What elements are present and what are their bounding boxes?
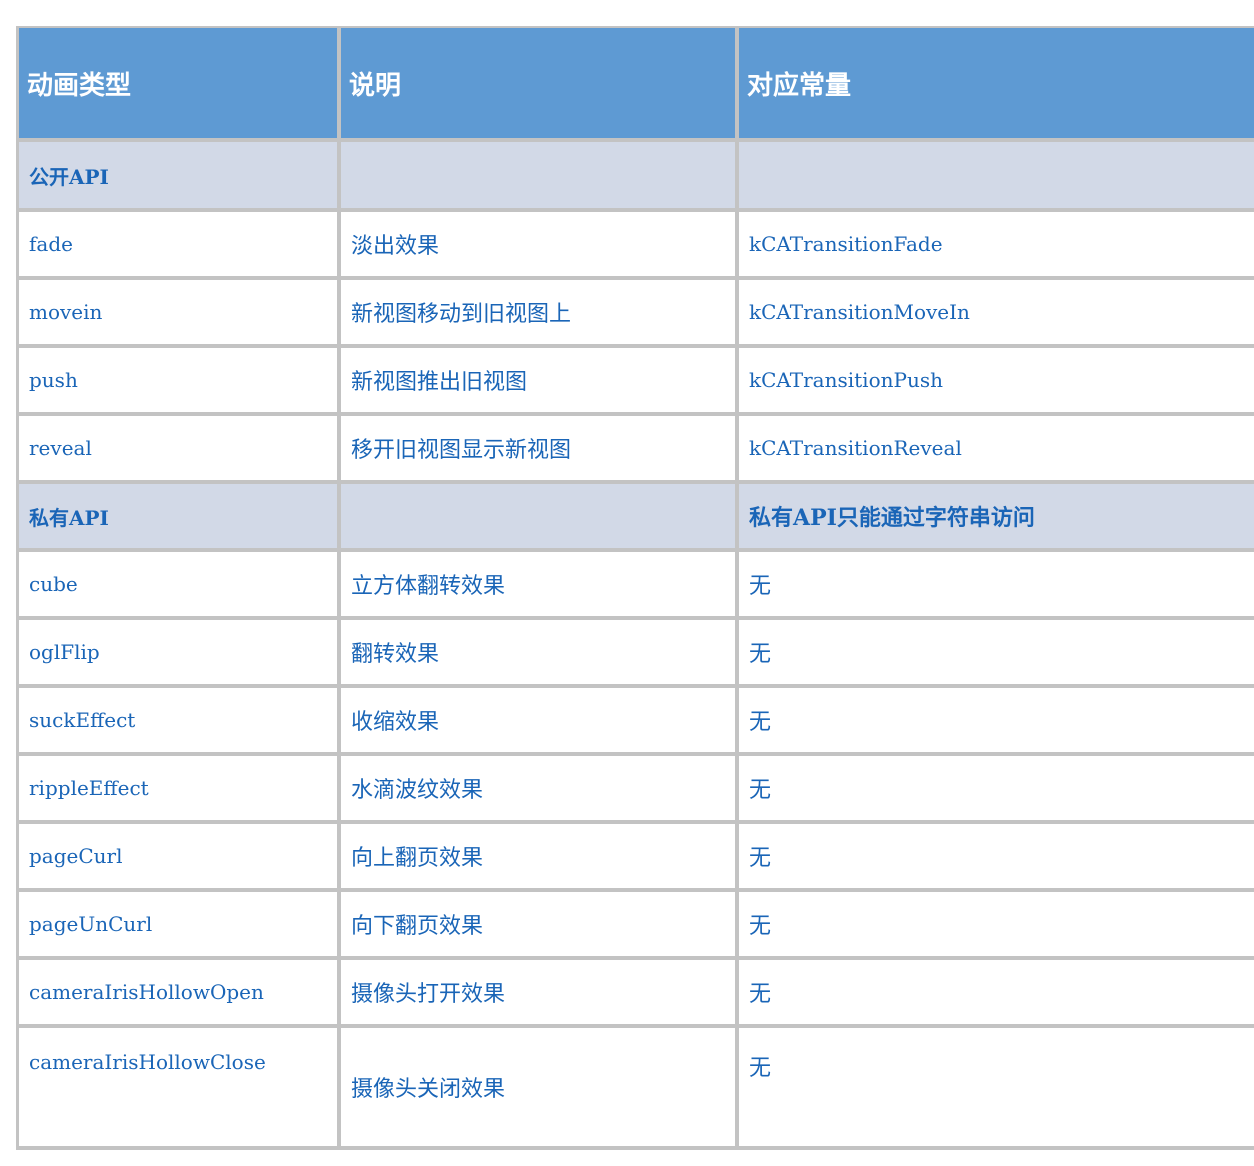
constant-cell: kCATransitionMoveIn	[739, 280, 1254, 348]
constant-cell: 无	[739, 960, 1254, 1028]
animation-type-cell: oglFlip	[16, 620, 341, 688]
animation-type-cell: rippleEffect	[16, 756, 341, 824]
animation-type-cell: cameraIrisHollowOpen	[16, 960, 341, 1028]
description-cell: 向下翻页效果	[341, 892, 739, 960]
animation-type-cell: suckEffect	[16, 688, 341, 756]
description-cell: 收缩效果	[341, 688, 739, 756]
table-row: pageCurl 向上翻页效果 无	[16, 824, 1254, 892]
constant-cell: kCATransitionFade	[739, 212, 1254, 280]
constant-cell: 无	[739, 756, 1254, 824]
animation-type-cell: cameraIrisHollowClose	[16, 1028, 341, 1150]
header-row: 动画类型 说明 对应常量	[16, 26, 1254, 142]
description-cell: 向上翻页效果	[341, 824, 739, 892]
description-cell: 新视图移动到旧视图上	[341, 280, 739, 348]
animation-type-cell: pageUnCurl	[16, 892, 341, 960]
table-row: suckEffect 收缩效果 无	[16, 688, 1254, 756]
section-row-private-api: 私有API 私有API只能通过字符串访问	[16, 484, 1254, 552]
description-cell: 摄像头关闭效果	[341, 1028, 739, 1150]
section-label: 公开API	[16, 142, 341, 212]
description-cell: 摄像头打开效果	[341, 960, 739, 1028]
transition-type-table: 动画类型 说明 对应常量 公开API fade 淡出效果 kCATransiti…	[16, 26, 1254, 1150]
table-row: pageUnCurl 向下翻页效果 无	[16, 892, 1254, 960]
constant-cell: kCATransitionReveal	[739, 416, 1254, 484]
table-row: cameraIrisHollowClose 摄像头关闭效果 无	[16, 1028, 1254, 1150]
description-cell: 淡出效果	[341, 212, 739, 280]
table-row: oglFlip 翻转效果 无	[16, 620, 1254, 688]
description-cell: 水滴波纹效果	[341, 756, 739, 824]
table-row: cameraIrisHollowOpen 摄像头打开效果 无	[16, 960, 1254, 1028]
description-cell: 立方体翻转效果	[341, 552, 739, 620]
animation-type-cell: fade	[16, 212, 341, 280]
section-row-public-api: 公开API	[16, 142, 1254, 212]
table-row: fade 淡出效果 kCATransitionFade	[16, 212, 1254, 280]
constant-cell: 无	[739, 688, 1254, 756]
animation-type-cell: push	[16, 348, 341, 416]
section-description	[341, 484, 739, 552]
description-cell: 翻转效果	[341, 620, 739, 688]
constant-cell: 无	[739, 1028, 1254, 1150]
table-row: reveal 移开旧视图显示新视图 kCATransitionReveal	[16, 416, 1254, 484]
description-cell: 新视图推出旧视图	[341, 348, 739, 416]
description-cell: 移开旧视图显示新视图	[341, 416, 739, 484]
animation-type-cell: reveal	[16, 416, 341, 484]
constant-cell: 无	[739, 552, 1254, 620]
section-label: 私有API	[16, 484, 341, 552]
constant-cell: kCATransitionPush	[739, 348, 1254, 416]
table-row: cube 立方体翻转效果 无	[16, 552, 1254, 620]
section-note: 私有API只能通过字符串访问	[739, 484, 1254, 552]
constant-cell: 无	[739, 824, 1254, 892]
table-row: rippleEffect 水滴波纹效果 无	[16, 756, 1254, 824]
header-animation-type: 动画类型	[16, 26, 341, 142]
header-description: 说明	[341, 26, 739, 142]
animation-type-cell: cube	[16, 552, 341, 620]
animation-type-cell: movein	[16, 280, 341, 348]
constant-cell: 无	[739, 620, 1254, 688]
constant-cell: 无	[739, 892, 1254, 960]
section-note	[739, 142, 1254, 212]
table-row: movein 新视图移动到旧视图上 kCATransitionMoveIn	[16, 280, 1254, 348]
section-description	[341, 142, 739, 212]
header-constant: 对应常量	[739, 26, 1254, 142]
animation-type-cell: pageCurl	[16, 824, 341, 892]
table-row: push 新视图推出旧视图 kCATransitionPush	[16, 348, 1254, 416]
